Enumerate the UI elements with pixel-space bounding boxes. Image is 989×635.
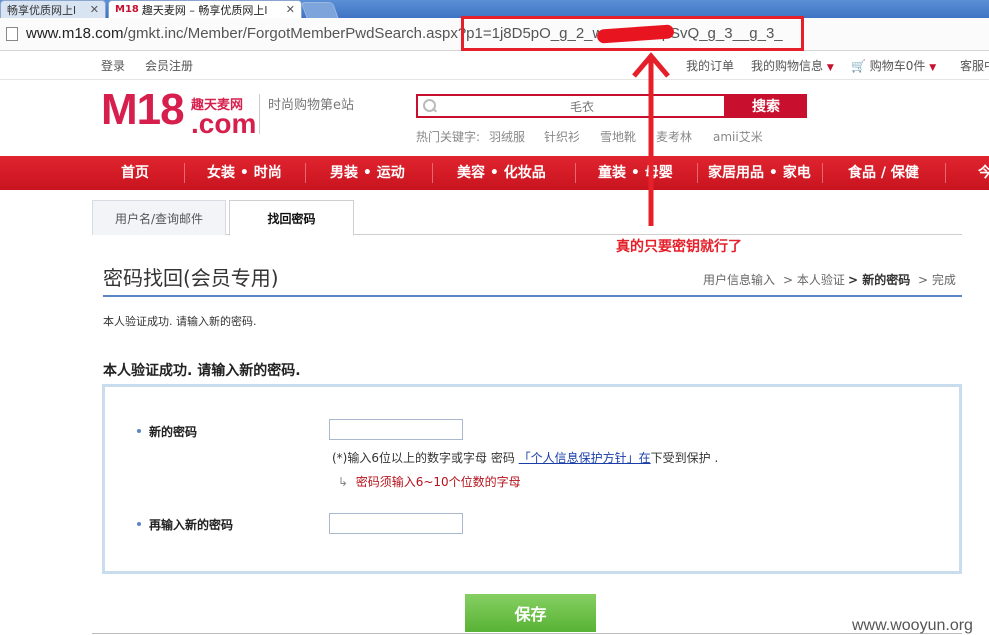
nav-item-home[interactable]: 首页 [121,156,149,190]
section-heading: 本人验证成功. 请输入新的密码. [103,363,301,379]
nav-divider [305,163,306,183]
annotation-arrow [632,52,670,226]
logo-divider [259,94,260,134]
title-divider [103,295,962,297]
close-icon[interactable]: ✕ [86,3,99,16]
logo-slogan: 时尚购物第e站 [268,98,354,113]
hint-text: (*)输入6位以上的数字或字母 密码 [332,451,519,465]
nav-divider [184,163,185,183]
nav-divider [697,163,698,183]
nav-item-food[interactable]: 食品 / 保健 [848,156,919,190]
logo[interactable]: M18 [101,88,185,132]
nav-divider [432,163,433,183]
close-icon[interactable]: ✕ [282,3,295,16]
return-arrow-icon: ↳ [338,475,349,489]
nav-item-men[interactable]: 男装 • 运动 [330,156,405,190]
browser-tab-1[interactable]: 畅享优质网上l ✕ [0,0,106,18]
bullet-icon [137,429,141,433]
cart-link[interactable]: 🛒 购物车0件 ▼ [851,57,936,74]
service-link[interactable]: 客服中 [960,57,989,74]
nav-item-home-appliances[interactable]: 家居用品 • 家电 [708,156,811,190]
nav-divider [945,163,946,183]
privacy-policy-link[interactable]: 「个人信息保护方针」在 [519,451,651,465]
tab-title: 趣天麦网 – 畅享优质网上l [141,3,268,17]
page-icon [6,27,18,41]
my-shopping-info-link[interactable]: 我的购物信息 ▼ [751,57,834,74]
annotation-text: 真的只要密钥就行了 [616,239,742,255]
url-domain: www.m18.com [26,25,124,42]
nav-item-more[interactable]: 今 [978,156,989,190]
search-button[interactable]: 搜索 [725,94,807,118]
save-button[interactable]: 保存 [465,594,596,632]
login-link[interactable]: 登录 [101,57,125,74]
step-new-password: > 新的密码 [848,273,911,287]
error-text: 密码须输入6~10个位数的字母 [355,475,521,489]
hot-keywords-label: 热门关键字: [416,130,481,144]
logo-domain: .com [191,108,257,139]
confirm-password-label: 再输入新的密码 [149,518,234,532]
new-password-label: 新的密码 [149,425,198,439]
search-input[interactable] [440,97,724,117]
bullet-icon [137,522,141,526]
verify-success-note: 本人验证成功. 请输入新的密码. [103,315,257,328]
nav-item-beauty[interactable]: 美容 • 化妆品 [457,156,546,190]
favicon: M18 [115,4,139,15]
nav-divider [822,163,823,183]
cart-label: 购物车0件 [869,59,926,73]
hot-keyword[interactable]: 针织衫 [544,128,580,145]
tab-username-email[interactable]: 用户名/查询邮件 [92,200,226,235]
cart-icon: 🛒 [851,59,866,73]
nav-divider [575,163,576,183]
password-form [102,384,962,574]
register-link[interactable]: 会员注册 [145,57,193,74]
confirm-password-field[interactable] [329,513,463,534]
password-hint: (*)输入6位以上的数字或字母 密码 「个人信息保护方针」在下受到保护 . [332,449,718,466]
new-password-field[interactable] [329,419,463,440]
bottom-divider [92,633,962,634]
tab-find-password[interactable]: 找回密码 [229,200,354,236]
tab-title: 畅享优质网上l [7,3,77,17]
my-shopping-info-label: 我的购物信息 [751,59,824,73]
hint-text-end: 下受到保护 . [650,451,719,465]
chevron-down-icon: ▼ [826,63,834,73]
password-error: ↳ 密码须输入6~10个位数的字母 [338,473,521,490]
step-complete: > 完成 [918,273,956,287]
hot-keyword[interactable]: 羽绒服 [489,128,525,145]
step-verify: > 本人验证 [783,273,845,287]
my-orders-link[interactable]: 我的订单 [686,57,734,74]
step-user-info: 用户信息输入 [703,273,776,287]
page-title: 密码找回(会员专用) [103,266,279,290]
hot-keyword[interactable]: amii艾米 [713,128,763,145]
nav-item-women[interactable]: 女装 • 时尚 [207,156,282,190]
watermark: www.wooyun.org [852,617,973,634]
browser-tab-2[interactable]: M18 趣天麦网 – 畅享优质网上l ✕ [108,0,302,18]
chevron-down-icon: ▼ [929,63,937,73]
